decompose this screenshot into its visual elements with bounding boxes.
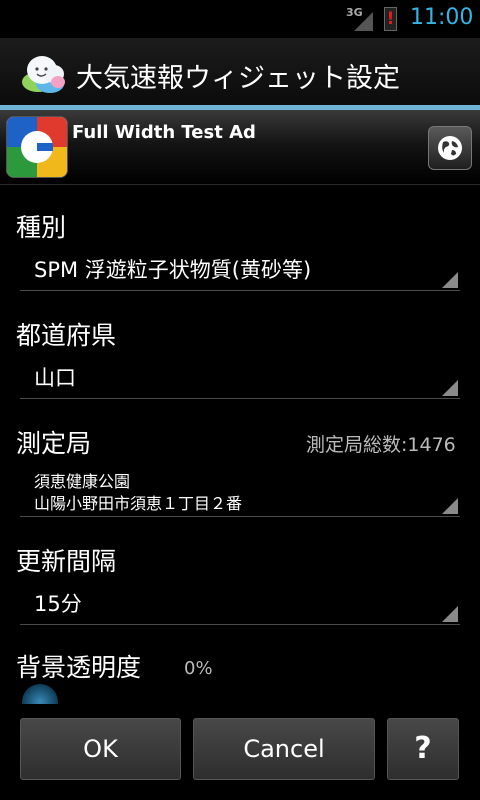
transparency-value: 0% (184, 658, 213, 679)
button-bar: OK Cancel ? (0, 704, 480, 800)
status-bar: 3G ! 11:00 (0, 0, 480, 38)
battery-warning: ! (386, 9, 395, 29)
ad-globe-button[interactable] (428, 126, 472, 170)
app-logo-icon (22, 56, 65, 93)
signal-icon (354, 12, 373, 31)
interval-label: 更新間隔 (16, 547, 117, 576)
spinner-arrow-icon (442, 606, 458, 622)
ad-banner[interactable]: Full Width Test Ad (0, 110, 480, 185)
spinner-arrow-icon (442, 272, 458, 288)
station-spinner[interactable]: 須恵健康公園 山陽小野田市須恵１丁目２番 (20, 460, 460, 517)
spinner-arrow-icon (442, 498, 458, 514)
spinner-arrow-icon (442, 380, 458, 396)
station-address: 山陽小野田市須恵１丁目２番 (34, 494, 243, 513)
station-count: 測定局総数:1476 (306, 434, 456, 456)
interval-value: 15分 (34, 592, 82, 616)
interval-spinner[interactable]: 15分 (20, 580, 460, 625)
cancel-button[interactable]: Cancel (193, 718, 375, 780)
station-name: 須恵健康公園 (34, 472, 131, 491)
globe-icon (438, 136, 462, 160)
battery-icon: ! (384, 7, 397, 31)
prefecture-label: 都道府県 (16, 321, 117, 350)
type-label: 種別 (16, 213, 67, 242)
clock: 11:00 (410, 5, 474, 30)
prefecture-value: 山口 (34, 366, 76, 390)
transparency-label: 背景透明度 (16, 653, 142, 682)
ad-text: Full Width Test Ad (72, 122, 256, 143)
page-title: 大気速報ウィジェット設定 (76, 63, 400, 94)
ok-button[interactable]: OK (20, 718, 181, 780)
title-bar: 大気速報ウィジェット設定 (0, 38, 480, 106)
google-logo-icon (6, 116, 68, 178)
transparency-slider-thumb[interactable] (22, 684, 58, 704)
prefecture-spinner[interactable]: 山口 (20, 354, 460, 399)
type-value: SPM 浮遊粒子状物質(黄砂等) (34, 258, 312, 282)
help-button[interactable]: ? (387, 718, 459, 780)
type-spinner[interactable]: SPM 浮遊粒子状物質(黄砂等) (20, 246, 460, 291)
station-label: 測定局 (16, 429, 92, 458)
